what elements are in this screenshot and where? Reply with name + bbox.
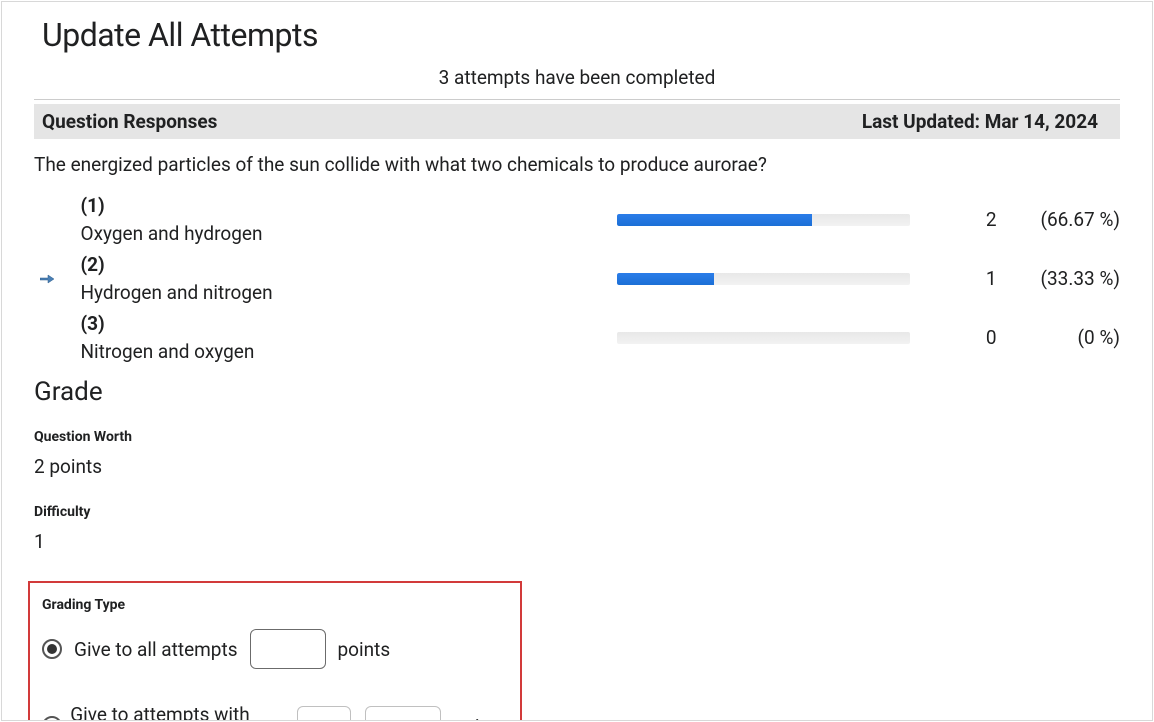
response-row: (3) Nitrogen and oxygen 0 (0 %) <box>34 308 1120 367</box>
grading-option-all-label: Give to all attempts <box>72 638 250 661</box>
question-worth-label: Question Worth <box>2 413 1152 449</box>
response-bar <box>617 214 910 226</box>
grading-option-answer-label: Give to attempts with answer <box>68 703 296 721</box>
section-header-right: Last Updated: Mar 14, 2024 <box>862 110 1098 133</box>
response-row: (2) Hydrogen and nitrogen 1 (33.33 %) <box>34 249 1120 308</box>
difficulty-value: 1 <box>2 524 1152 563</box>
response-count: 2 <box>910 208 997 231</box>
response-row: (1) Oxygen and hydrogen 2 (66.67 %) <box>34 190 1120 249</box>
response-number: (3) <box>81 312 105 335</box>
question-text: The energized particles of the sun colli… <box>2 139 1152 190</box>
response-answer: Oxygen and hydrogen <box>81 222 263 245</box>
response-number: (1) <box>81 194 105 217</box>
response-count: 1 <box>910 267 997 290</box>
response-percent: (33.33 %) <box>997 267 1120 290</box>
grading-option-with-answer: Give to attempts with answer 1 points <box>42 703 506 721</box>
answer-select-value: 1 <box>306 717 315 721</box>
response-text: (1) Oxygen and hydrogen <box>81 192 617 247</box>
radio-all-attempts[interactable] <box>42 639 62 659</box>
response-percent: (66.67 %) <box>997 208 1120 231</box>
all-attempts-points-input[interactable] <box>250 629 326 669</box>
radio-with-answer[interactable] <box>42 716 62 721</box>
response-bar <box>617 332 910 344</box>
grading-type-title: Grading Type <box>42 597 506 629</box>
responses-container: (1) Oxygen and hydrogen 2 (66.67 %) (2) … <box>2 190 1152 367</box>
page-container: Update All Attempts 3 attempts have been… <box>1 1 1153 721</box>
points-unit: points <box>338 638 391 661</box>
points-unit: points <box>453 715 506 721</box>
section-header-left: Question Responses <box>42 110 217 133</box>
response-text: (2) Hydrogen and nitrogen <box>81 251 617 306</box>
grading-option-all-attempts: Give to all attempts points <box>42 629 506 669</box>
divider <box>34 99 1120 100</box>
question-responses-header: Question Responses Last Updated: Mar 14,… <box>34 104 1120 139</box>
response-answer: Hydrogen and nitrogen <box>81 281 273 304</box>
page-title: Update All Attempts <box>2 2 1152 62</box>
attempts-summary: 3 attempts have been completed <box>2 62 1152 99</box>
response-bar <box>617 273 910 285</box>
response-bar-fill <box>617 214 812 226</box>
grade-heading: Grade <box>2 367 1152 413</box>
response-text: (3) Nitrogen and oxygen <box>81 310 617 365</box>
answer-select[interactable]: 1 <box>297 706 352 721</box>
response-indicator <box>34 274 81 284</box>
question-worth-value: 2 points <box>2 449 1152 488</box>
arrow-right-icon <box>40 274 54 284</box>
response-number: (2) <box>81 253 105 276</box>
response-bar-fill <box>617 273 715 285</box>
response-count: 0 <box>910 326 997 349</box>
with-answer-points-input[interactable] <box>365 706 441 721</box>
radio-all-attempts-wrapper[interactable] <box>42 639 72 659</box>
radio-with-answer-wrapper[interactable] <box>42 716 68 721</box>
difficulty-label: Difficulty <box>2 488 1152 524</box>
response-percent: (0 %) <box>997 326 1120 349</box>
response-answer: Nitrogen and oxygen <box>81 340 255 363</box>
grading-type-box: Grading Type Give to all attempts points… <box>28 581 522 721</box>
